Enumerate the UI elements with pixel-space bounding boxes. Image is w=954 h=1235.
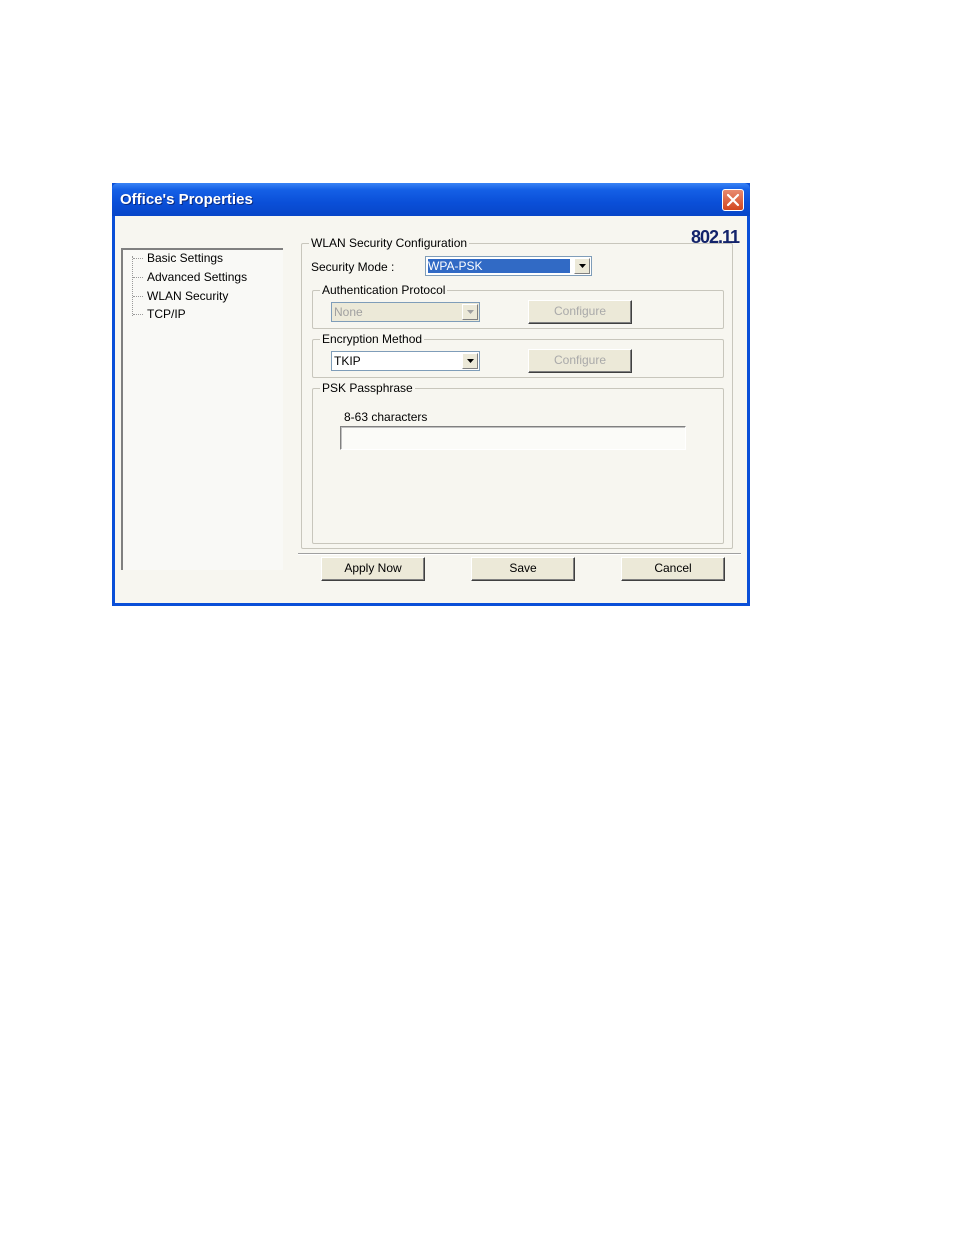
dialog-client-area: 802.11 Basic Settings Advanced Settings … <box>115 216 747 603</box>
security-mode-value: WPA-PSK <box>428 259 570 273</box>
security-mode-label: Security Mode : <box>311 260 395 274</box>
psk-passphrase-group: PSK Passphrase <box>312 381 724 544</box>
tree-item-label: Advanced Settings <box>147 270 248 284</box>
button-separator <box>298 553 741 555</box>
authentication-dropdown-button[interactable] <box>462 304 478 320</box>
encryption-method-select[interactable]: TKIP <box>331 351 480 371</box>
apply-now-button[interactable]: Apply Now <box>321 557 425 581</box>
encryption-configure-button[interactable]: Configure <box>528 349 632 373</box>
wlan-security-legend: WLAN Security Configuration <box>311 236 468 250</box>
chevron-down-icon <box>467 310 474 314</box>
save-button[interactable]: Save <box>471 557 575 581</box>
window-title: Office's Properties <box>120 191 253 208</box>
security-mode-dropdown-button[interactable] <box>574 258 590 274</box>
psk-passphrase-input[interactable] <box>340 426 686 450</box>
authentication-protocol-select[interactable]: None <box>331 302 480 322</box>
authentication-protocol-value: None <box>334 305 363 319</box>
authentication-protocol-legend: Authentication Protocol <box>322 283 446 297</box>
chevron-down-icon <box>579 264 586 268</box>
settings-tree: Basic Settings Advanced Settings WLAN Se… <box>121 248 283 570</box>
psk-passphrase-legend: PSK Passphrase <box>322 381 413 395</box>
close-button[interactable] <box>722 189 744 211</box>
properties-dialog: Office's Properties 802.11 Basic Setting… <box>112 183 750 606</box>
encryption-method-legend: Encryption Method <box>322 332 423 346</box>
tree-connector <box>132 256 133 316</box>
close-icon <box>726 193 740 207</box>
tree-item-label: Basic Settings <box>147 251 224 265</box>
psk-hint-label: 8-63 characters <box>344 410 428 424</box>
title-bar[interactable]: Office's Properties <box>112 183 750 216</box>
tree-item-label: WLAN Security <box>147 289 229 303</box>
tree-item-label: TCP/IP <box>147 307 186 321</box>
authentication-configure-button[interactable]: Configure <box>528 300 632 324</box>
chevron-down-icon <box>467 359 474 363</box>
security-mode-select[interactable]: WPA-PSK <box>425 256 592 276</box>
cancel-button[interactable]: Cancel <box>621 557 725 581</box>
encryption-method-value: TKIP <box>334 354 361 368</box>
encryption-dropdown-button[interactable] <box>462 353 478 369</box>
